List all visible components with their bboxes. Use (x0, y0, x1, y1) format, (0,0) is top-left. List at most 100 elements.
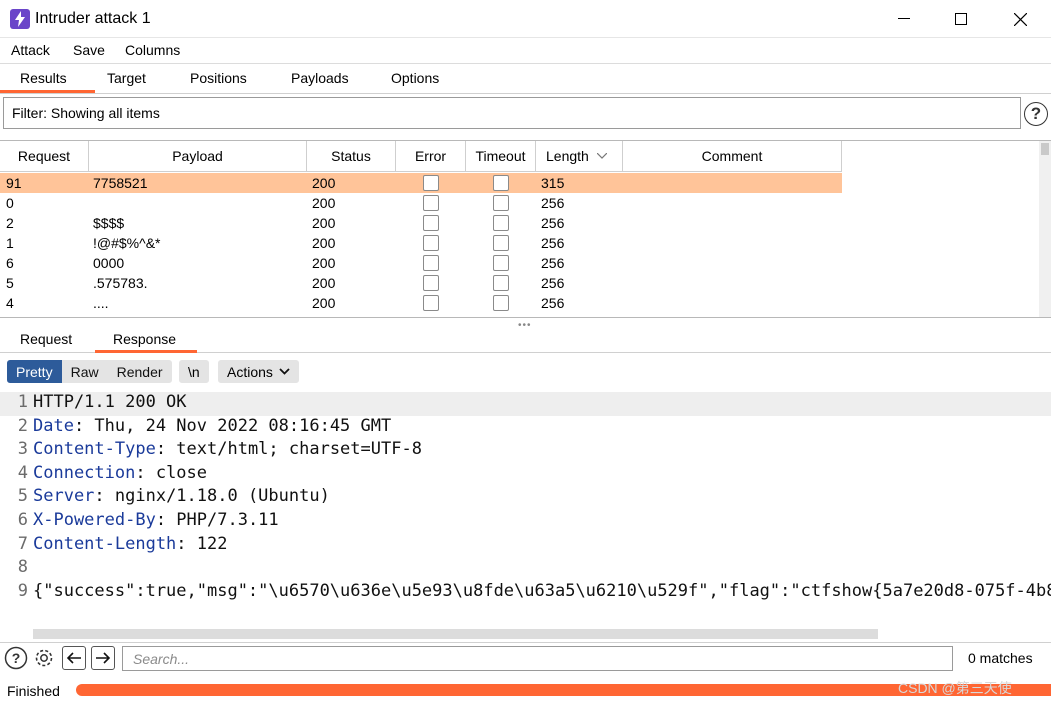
header-name: Content-Length (33, 533, 177, 554)
line-number: 8 (17, 557, 28, 578)
timeout-checkbox (493, 235, 509, 251)
message-tabs: Request Response (0, 326, 1051, 353)
filter-bar[interactable]: Filter: Showing all items (3, 97, 1021, 129)
settings-gear-icon[interactable] (32, 646, 56, 670)
error-checkbox (423, 295, 439, 311)
column-header-length-label: Length (546, 148, 589, 164)
cell-status: 200 (312, 235, 336, 251)
tab-positions[interactable]: Positions (190, 70, 247, 86)
cell-status: 200 (312, 255, 336, 271)
table-row[interactable]: 0 200 256 (0, 193, 842, 213)
line-number: 2 (17, 415, 28, 436)
response-line: 3 Content-Type: text/html; charset=UTF-8 (0, 439, 1051, 463)
error-checkbox (423, 275, 439, 291)
line-number: 3 (17, 439, 28, 460)
active-tab-indicator (0, 90, 95, 93)
line-code: Connection: close (33, 463, 207, 483)
table-row[interactable]: 1 !@#$%^&* 200 256 (0, 233, 842, 253)
column-header-length[interactable]: Length (536, 141, 623, 172)
tab-target[interactable]: Target (107, 70, 146, 86)
chevron-down-icon (279, 368, 290, 375)
column-header-request[interactable]: Request (0, 141, 89, 172)
search-help-icon[interactable]: ? (4, 646, 28, 670)
timeout-checkbox (493, 255, 509, 271)
minimize-button[interactable] (876, 0, 932, 38)
title-bar: Intruder attack 1 (0, 0, 1051, 38)
timeout-checkbox (493, 295, 509, 311)
previous-match-button[interactable] (62, 646, 86, 670)
table-row[interactable]: 5 .575783. 200 256 (0, 273, 842, 293)
actions-label: Actions (227, 363, 273, 380)
response-editor[interactable]: 1 HTTP/1.1 200 OK 2 Date: Thu, 24 Nov 2022 … (0, 390, 1051, 630)
column-header-comment[interactable]: Comment (623, 141, 842, 172)
table-row[interactable]: 2 $$$$ 200 256 (0, 213, 842, 233)
error-checkbox (423, 235, 439, 251)
response-line: 2 Date: Thu, 24 Nov 2022 08:16:45 GMT (0, 416, 1051, 440)
help-icon[interactable]: ? (1024, 102, 1048, 126)
line-code: Server: nginx/1.18.0 (Ubuntu) (33, 486, 330, 506)
tab-results[interactable]: Results (20, 70, 67, 86)
actions-button[interactable]: Actions (218, 360, 299, 383)
search-input[interactable] (122, 646, 953, 671)
window-title: Intruder attack 1 (35, 10, 151, 27)
header-value: : nginx/1.18.0 (Ubuntu) (94, 486, 330, 507)
watermark: CSDN @第三天使 (898, 680, 1012, 696)
editor-horizontal-scrollbar[interactable] (33, 629, 878, 639)
response-line: 8 (0, 557, 1051, 581)
cell-length: 256 (541, 235, 565, 251)
table-row[interactable]: 91 7758521 200 315 (0, 173, 842, 193)
menu-columns[interactable]: Columns (125, 42, 180, 58)
table-row[interactable]: 4.... 200 256 (0, 293, 842, 313)
cell-length: 315 (541, 175, 565, 191)
table-row[interactable]: 6 0000 200 256 (0, 253, 842, 273)
line-code: HTTP/1.1 200 OK (33, 392, 187, 412)
response-line: 6 X-Powered-By: PHP/7.3.11 (0, 510, 1051, 534)
line-number: 4 (17, 462, 28, 483)
newline-toggle-button[interactable]: \n (179, 360, 209, 383)
response-line: 4 Connection: close (0, 463, 1051, 487)
cell-status: 200 (312, 295, 336, 311)
line-number: 6 (17, 510, 28, 530)
view-raw-button[interactable]: Raw (61, 360, 108, 383)
view-render-button[interactable]: Render (107, 360, 172, 383)
line-number: 5 (17, 486, 28, 507)
column-header-payload[interactable]: Payload (89, 141, 307, 172)
tab-options[interactable]: Options (391, 70, 439, 86)
column-header-error[interactable]: Error (396, 141, 466, 172)
menu-save[interactable]: Save (73, 42, 105, 58)
active-message-tab-indicator (95, 350, 197, 353)
response-line: 7 Content-Length: 122 (0, 534, 1051, 558)
view-mode-group: Pretty Raw Render (7, 360, 172, 383)
line-code: X-Powered-By: PHP/7.3.11 (33, 510, 279, 530)
view-pretty-button[interactable]: Pretty (7, 360, 62, 383)
cell-request: 6 (6, 255, 14, 271)
cell-payload: $$$$ (93, 215, 125, 231)
table-scrollbar[interactable] (1039, 141, 1051, 317)
sort-desc-icon (596, 153, 607, 159)
timeout-checkbox (493, 275, 509, 291)
attack-tabs: Results Target Positions Payloads Option… (0, 64, 1051, 94)
cell-request: 1 (6, 235, 14, 251)
column-header-timeout[interactable]: Timeout (466, 141, 536, 172)
line-number: 7 (17, 533, 28, 554)
menu-attack[interactable]: Attack (11, 42, 50, 58)
tab-request[interactable]: Request (20, 331, 72, 347)
next-match-button[interactable] (91, 646, 115, 670)
cell-payload: 7758521 (93, 175, 148, 191)
cell-request: 2 (6, 215, 14, 231)
close-button[interactable] (992, 0, 1048, 38)
status-text: Finished (7, 683, 60, 699)
cell-status: 200 (312, 275, 336, 291)
table-scrollbar-thumb[interactable] (1041, 143, 1049, 155)
timeout-checkbox (493, 195, 509, 211)
line-code: Content-Length: 122 (33, 534, 227, 554)
error-checkbox (423, 255, 439, 271)
tab-response[interactable]: Response (113, 331, 176, 347)
cell-request: 5 (6, 275, 14, 291)
tab-payloads[interactable]: Payloads (291, 70, 349, 86)
response-line: 5 Server: nginx/1.18.0 (Ubuntu) (0, 486, 1051, 510)
header-name: Connection (33, 462, 136, 483)
header-value: : close (135, 462, 208, 483)
column-header-status[interactable]: Status (307, 141, 396, 172)
maximize-button[interactable] (933, 0, 989, 38)
